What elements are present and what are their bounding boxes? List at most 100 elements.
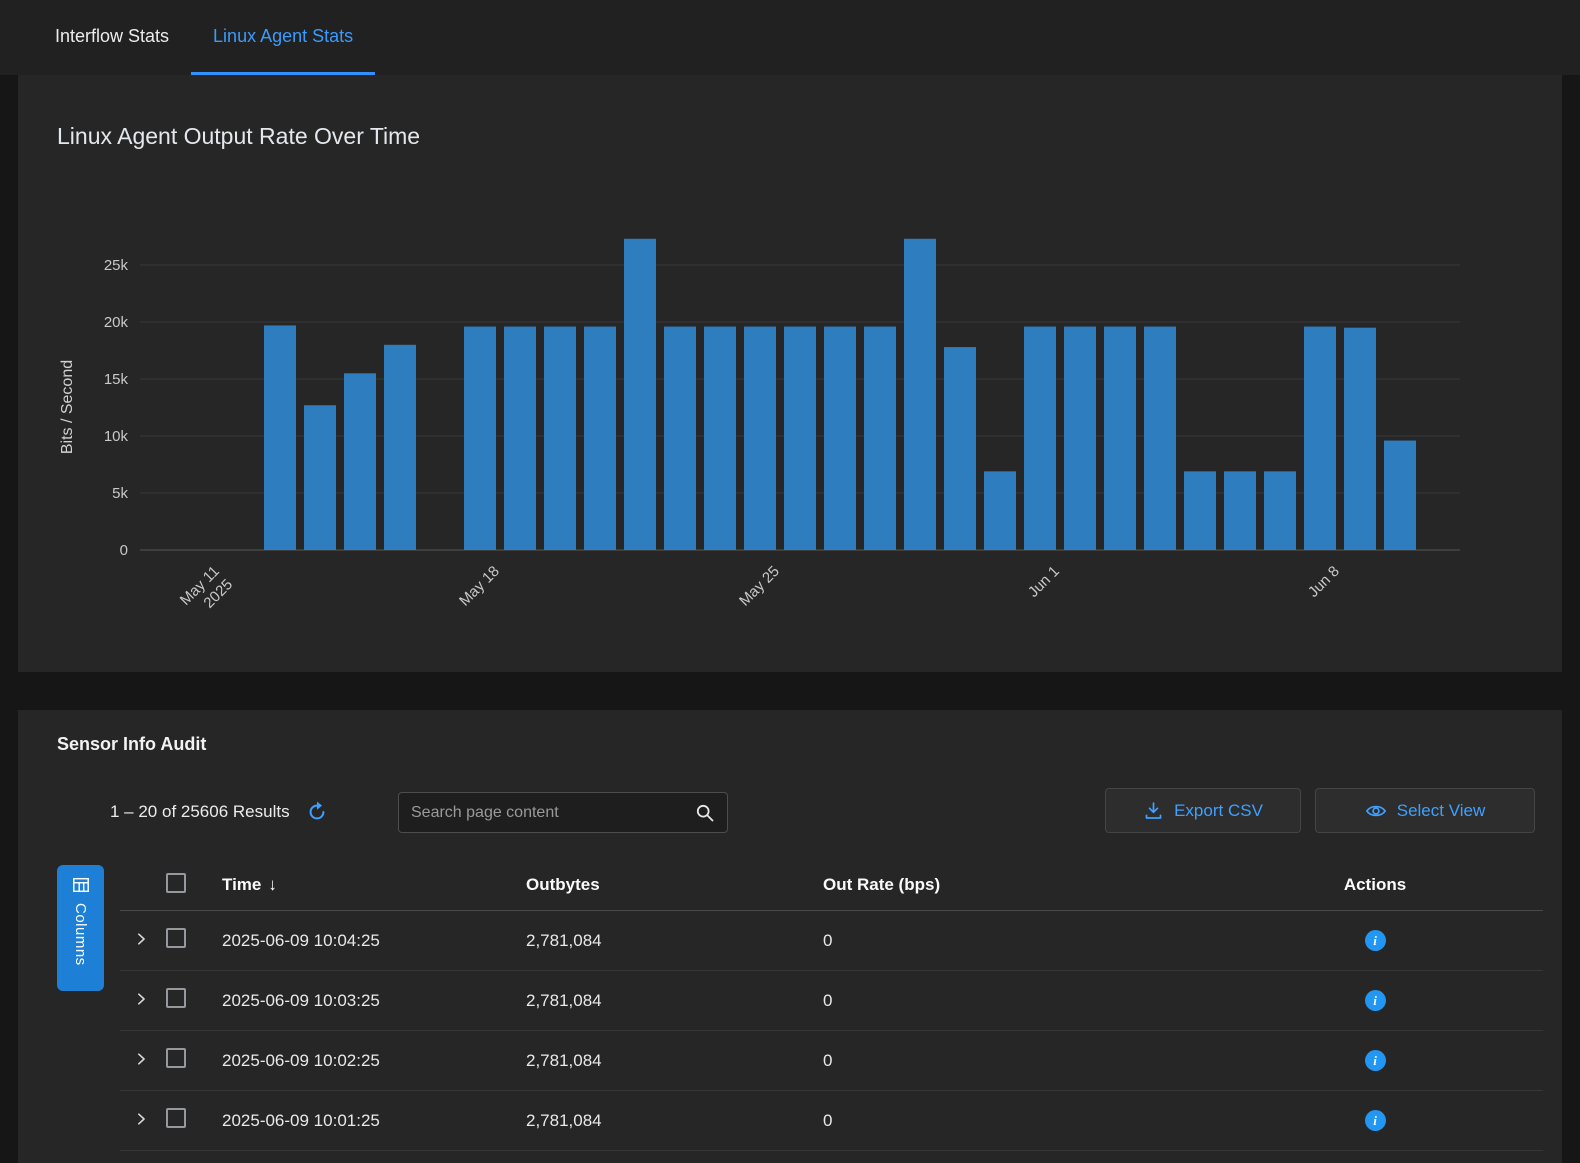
table-columns-icon <box>72 876 90 894</box>
row-outrate-cell: 0 <box>817 931 1207 951</box>
chart-bar <box>1144 327 1176 550</box>
sort-desc-icon: ↓ <box>268 875 277 895</box>
time-header-label: Time <box>222 875 261 895</box>
chart-bar <box>1304 327 1336 550</box>
row-outrate-cell: 0 <box>817 1051 1207 1071</box>
row-outrate-cell: 0 <box>817 991 1207 1011</box>
row-time-cell: 2025-06-09 10:04:25 <box>216 931 520 951</box>
row-time-cell: 2025-06-09 10:03:25 <box>216 991 520 1011</box>
download-icon <box>1143 800 1164 821</box>
chart-bar <box>504 327 536 550</box>
info-icon[interactable]: i <box>1365 930 1386 951</box>
select-all-checkbox[interactable] <box>166 873 186 893</box>
refresh-button[interactable] <box>306 801 328 823</box>
select-view-label: Select View <box>1397 801 1486 821</box>
svg-text:May 18: May 18 <box>456 563 503 610</box>
row-time-cell: 2025-06-09 10:02:25 <box>216 1051 520 1071</box>
output-rate-bar-chart: 05k10k15k20k25kMay 112025May 18May 25Jun… <box>18 225 1562 645</box>
tab-linux-agent-stats[interactable]: Linux Agent Stats <box>191 0 375 75</box>
info-icon[interactable]: i <box>1365 1110 1386 1131</box>
chart-title: Linux Agent Output Rate Over Time <box>57 123 420 150</box>
column-header-time[interactable]: Time ↓ <box>216 875 520 895</box>
svg-text:15k: 15k <box>104 371 129 388</box>
chart-bar <box>744 327 776 550</box>
search-box <box>398 792 728 833</box>
chart-bar <box>1264 471 1296 550</box>
svg-text:10k: 10k <box>104 428 129 445</box>
chart-bar <box>1344 328 1376 550</box>
tab-interflow-stats[interactable]: Interflow Stats <box>33 0 191 75</box>
info-icon[interactable]: i <box>1365 990 1386 1011</box>
row-outbytes-cell: 2,781,084 <box>520 991 817 1011</box>
svg-text:25k: 25k <box>104 257 129 274</box>
select-all-cell <box>160 873 216 898</box>
row-outbytes-cell: 2,781,084 <box>520 1051 817 1071</box>
chart-bar <box>624 239 656 550</box>
top-tab-bar: Interflow Stats Linux Agent Stats <box>0 0 1580 75</box>
table-panel: Sensor Info Audit 1 – 20 of 25606 Result… <box>18 710 1562 1163</box>
chart-bar <box>904 239 936 550</box>
chart-bar <box>384 345 416 550</box>
chart-bar <box>664 327 696 550</box>
export-csv-label: Export CSV <box>1174 801 1263 821</box>
section-title: Sensor Info Audit <box>57 734 206 755</box>
chart-bar <box>264 325 296 550</box>
chart-bar <box>1224 471 1256 550</box>
chart-bar <box>864 327 896 550</box>
svg-text:May 112025: May 112025 <box>177 563 236 622</box>
row-outrate-cell: 0 <box>817 1111 1207 1131</box>
export-csv-button[interactable]: Export CSV <box>1105 788 1301 833</box>
svg-text:Jun 8: Jun 8 <box>1305 563 1343 601</box>
chart-bar <box>1064 327 1096 550</box>
table-body: 2025-06-09 10:04:252,781,0840i2025-06-09… <box>120 911 1543 1151</box>
chart-bar <box>464 327 496 550</box>
columns-button-label: Columns <box>72 903 89 966</box>
expand-row-icon[interactable] <box>134 992 148 1006</box>
table-row: 2025-06-09 10:01:252,781,0840 i <box>120 1091 1543 1151</box>
expand-row-icon[interactable] <box>134 1112 148 1126</box>
chart-panel: Linux Agent Output Rate Over Time 05k10k… <box>18 75 1562 672</box>
refresh-icon <box>306 801 328 823</box>
chart-bar <box>1104 327 1136 550</box>
results-count: 1 – 20 of 25606 Results <box>110 802 290 822</box>
chart-bar <box>784 327 816 550</box>
columns-button[interactable]: Columns <box>57 865 104 991</box>
results-summary: 1 – 20 of 25606 Results <box>110 798 328 826</box>
svg-text:Jun 1: Jun 1 <box>1025 563 1063 601</box>
select-view-button[interactable]: Select View <box>1315 788 1535 833</box>
expand-row-icon[interactable] <box>134 1052 148 1066</box>
chart-bar <box>584 327 616 550</box>
y-axis-label: Bits / Second <box>59 360 76 454</box>
chart-bar <box>704 327 736 550</box>
row-checkbox[interactable] <box>166 988 186 1008</box>
search-icon[interactable] <box>695 803 715 823</box>
svg-text:May 25: May 25 <box>736 563 783 610</box>
row-outbytes-cell: 2,781,084 <box>520 931 817 951</box>
expand-row-icon[interactable] <box>134 932 148 946</box>
info-icon[interactable]: i <box>1365 1050 1386 1071</box>
row-checkbox[interactable] <box>166 1108 186 1128</box>
audit-table: Time ↓ Outbytes Out Rate (bps) Actions 2… <box>120 860 1543 1151</box>
chart-bar <box>544 327 576 550</box>
row-outbytes-cell: 2,781,084 <box>520 1111 817 1131</box>
chart-bar <box>1384 441 1416 550</box>
chart-bar <box>1184 471 1216 550</box>
table-row: 2025-06-09 10:03:252,781,0840 i <box>120 971 1543 1031</box>
column-header-outbytes[interactable]: Outbytes <box>520 875 817 895</box>
eye-icon <box>1365 800 1387 822</box>
table-row: 2025-06-09 10:04:252,781,0840 i <box>120 911 1543 971</box>
column-header-actions: Actions <box>1207 875 1543 895</box>
chart-bar <box>304 405 336 550</box>
chart-bar <box>944 347 976 550</box>
column-header-out-rate[interactable]: Out Rate (bps) <box>817 875 1207 895</box>
table-header-row: Time ↓ Outbytes Out Rate (bps) Actions <box>120 860 1543 911</box>
search-input[interactable] <box>411 804 687 822</box>
table-row: 2025-06-09 10:02:252,781,0840 i <box>120 1031 1543 1091</box>
svg-text:5k: 5k <box>112 485 128 502</box>
chart-bar <box>824 327 856 550</box>
svg-text:20k: 20k <box>104 314 129 331</box>
row-checkbox[interactable] <box>166 928 186 948</box>
chart-bar <box>984 471 1016 550</box>
row-checkbox[interactable] <box>166 1048 186 1068</box>
row-time-cell: 2025-06-09 10:01:25 <box>216 1111 520 1131</box>
